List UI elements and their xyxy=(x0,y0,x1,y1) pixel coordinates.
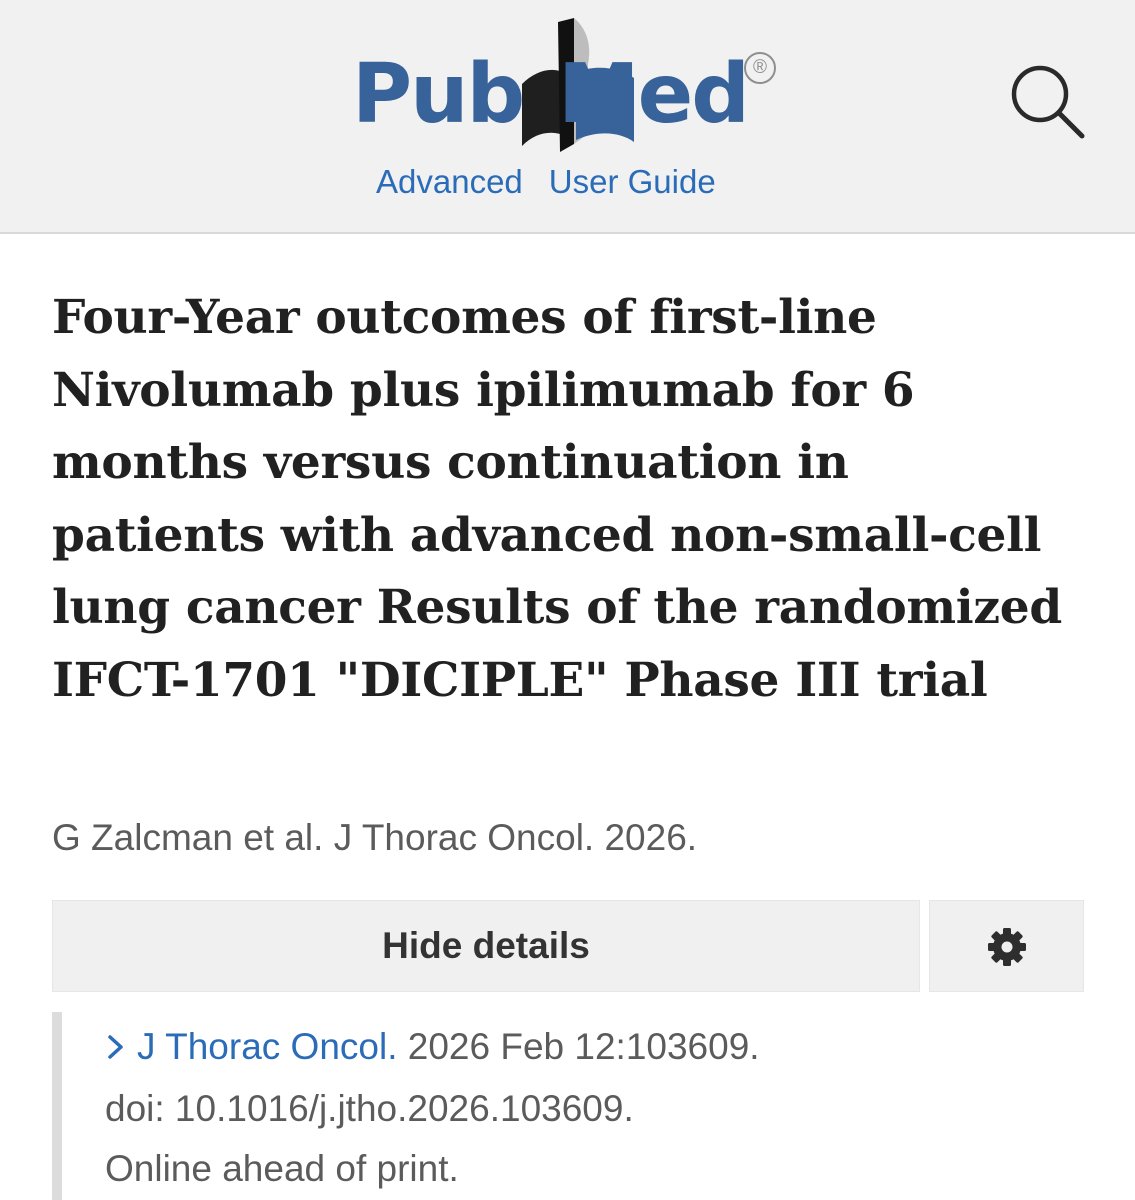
search-button[interactable] xyxy=(1006,60,1090,144)
header-links: Advanced User Guide xyxy=(376,162,716,202)
user-guide-link[interactable]: User Guide xyxy=(549,162,716,202)
registered-mark: ® xyxy=(744,52,776,84)
pubmed-logo[interactable]: Pub Med ® xyxy=(352,14,792,164)
advanced-search-link[interactable]: Advanced xyxy=(376,162,523,202)
journal-link[interactable]: J Thorac Oncol. xyxy=(137,1026,397,1067)
article-citation: G Zalcman et al. J Thorac Oncol. 2026. xyxy=(52,817,698,858)
gear-icon xyxy=(988,928,1026,966)
chevron-right-icon[interactable] xyxy=(105,1032,127,1062)
logo-text-med: Med xyxy=(558,47,750,142)
top-header: Pub Med ® Advanced User Guide xyxy=(0,0,1135,234)
publication-status: Online ahead of print. xyxy=(105,1148,459,1189)
article-details: J Thorac Oncol. 2026 Feb 12:103609. doi:… xyxy=(52,1012,1084,1200)
publication-date: 2026 Feb 12:103609. xyxy=(397,1026,760,1067)
settings-button[interactable] xyxy=(929,900,1084,992)
search-icon xyxy=(1011,65,1085,139)
hide-details-button[interactable]: Hide details xyxy=(52,900,920,992)
logo-text-pub: Pub xyxy=(352,47,525,142)
article-title: Four-Year outcomes of first-line Nivolum… xyxy=(52,290,1062,708)
doi-text: doi: 10.1016/j.jtho.2026.103609. xyxy=(105,1088,634,1129)
journal-line: J Thorac Oncol. 2026 Feb 12:103609. xyxy=(105,1024,760,1070)
